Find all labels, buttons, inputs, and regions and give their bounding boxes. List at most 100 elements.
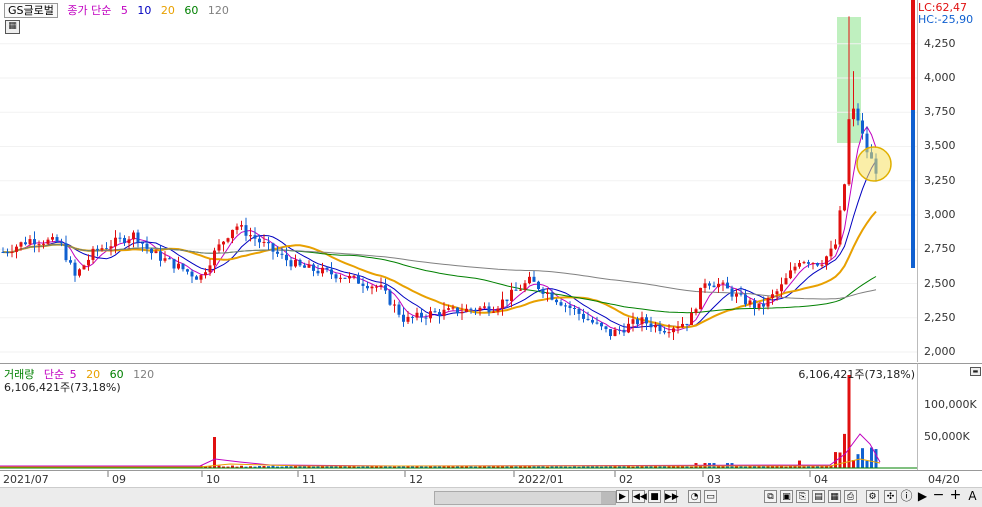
candle-body <box>226 238 230 242</box>
candle-body <box>730 288 734 297</box>
candle-body <box>465 308 468 312</box>
volume-bar <box>847 375 851 468</box>
vol-ma120-label: 120 <box>133 368 155 381</box>
grid-table-icon[interactable]: ▦ <box>5 20 20 34</box>
crosshair-icon[interactable]: ✣ <box>884 490 897 503</box>
candle-body <box>204 272 207 276</box>
candle-body <box>181 263 185 270</box>
candle-body <box>46 239 50 244</box>
candle-body <box>262 241 266 243</box>
candle-body <box>60 241 63 244</box>
candle-body <box>406 316 410 322</box>
scroll-right-icon[interactable]: ▶ <box>916 490 929 503</box>
candle-body <box>397 304 401 315</box>
volume-bar <box>861 448 864 468</box>
candle-body <box>550 292 554 300</box>
ma60-label: 60 <box>184 4 199 17</box>
candle-body <box>784 278 788 285</box>
candle-body <box>802 262 806 264</box>
candle-body <box>712 285 716 288</box>
candle-body <box>546 292 549 294</box>
price-tick: 3,750 <box>924 105 956 118</box>
font-size-icon[interactable]: A <box>966 490 979 503</box>
rewind-icon[interactable]: ◀◀ <box>632 490 647 503</box>
volume-axis: ▬ 100,000K 50,000K <box>918 363 982 470</box>
candle-body <box>438 312 441 317</box>
candle-body <box>109 246 113 249</box>
expand-icon[interactable]: ⧉ <box>764 490 777 503</box>
copy-icon[interactable]: ⎘ <box>796 490 809 503</box>
candle-body <box>721 282 725 284</box>
candle-body <box>87 259 90 266</box>
save-icon[interactable]: ▦ <box>828 490 841 503</box>
candle-body <box>127 239 131 244</box>
candle-body <box>861 120 864 134</box>
ma-type-label: 종가 단순 <box>67 4 112 17</box>
price-chart-panel[interactable]: GS글로벌 종가 단순 5 10 20 60 120 ▦ <box>0 0 918 362</box>
candle-body <box>649 323 653 328</box>
candle-body <box>163 258 167 261</box>
volume-bar <box>213 437 216 468</box>
candle-body <box>375 286 378 288</box>
price-tick: 2,250 <box>924 311 956 324</box>
zoom-range-icon[interactable]: ◔ <box>688 490 701 503</box>
settings-icon[interactable]: ⚙ <box>866 490 879 503</box>
candle-body <box>631 319 635 324</box>
candle-body <box>519 289 522 291</box>
candle-body <box>96 248 99 250</box>
candle-body <box>609 329 612 337</box>
price-tick: 4,250 <box>924 37 956 50</box>
candle-body <box>667 332 671 334</box>
candle-body <box>240 225 243 227</box>
candle-body <box>330 269 333 275</box>
candle-body <box>622 329 626 333</box>
ma10-label: 10 <box>137 4 152 17</box>
candle-body <box>807 262 810 264</box>
image-icon[interactable]: ▤ <box>812 490 825 503</box>
volume-chart-panel[interactable]: 거래량 단순 5 20 60 120 6,106,421주(73,18%) 6,… <box>0 363 918 470</box>
candle-body <box>469 308 473 310</box>
candle-body <box>145 243 149 249</box>
chart-range-icon[interactable]: ▭ <box>704 490 717 503</box>
layout-icon[interactable]: ▣ <box>780 490 793 503</box>
candle-body <box>825 256 828 265</box>
horizontal-scrollbar[interactable] <box>434 491 616 505</box>
play-icon[interactable]: ▶ <box>616 490 629 503</box>
scroll-thumb[interactable] <box>601 492 615 504</box>
candle-body <box>573 307 576 309</box>
chart-toolbar: ▶ ◀◀ ■ ▶▶ ◔ ▭ ⧉ ▣ ⎘ ▤ ▦ ⎙ ⚙ ✣ ⓘ ▶ − + A <box>0 487 982 507</box>
candle-body <box>492 311 495 313</box>
print-icon[interactable]: ⎙ <box>844 490 857 503</box>
stock-name[interactable]: GS글로벌 <box>4 3 58 18</box>
candle-body <box>856 108 860 121</box>
candle-body <box>195 276 198 280</box>
info-icon[interactable]: ⓘ <box>900 490 913 503</box>
candle-body <box>739 293 743 295</box>
fast-forward-icon[interactable]: ▶▶ <box>664 490 679 503</box>
candle-body <box>298 259 302 266</box>
candle-body <box>505 299 509 302</box>
candle-body <box>690 312 693 325</box>
panel-toggle-icon[interactable]: ▬ <box>970 367 981 376</box>
price-chart-canvas[interactable] <box>0 0 917 362</box>
candle-body <box>582 313 585 319</box>
candle-body <box>627 323 630 333</box>
candle-body <box>208 265 212 273</box>
candle-body <box>325 267 329 270</box>
zoom-in-icon[interactable]: + <box>949 488 962 503</box>
candle-body <box>280 253 284 255</box>
candle-body <box>6 252 9 254</box>
volume-bar <box>865 460 869 468</box>
candle-body <box>393 304 396 306</box>
candle-body <box>294 259 297 267</box>
candle-body <box>402 314 405 322</box>
candle-body <box>235 226 239 230</box>
stop-icon[interactable]: ■ <box>648 490 661 503</box>
price-tick: 3,250 <box>924 174 956 187</box>
price-tick: 2,500 <box>924 277 956 290</box>
candle-body <box>118 237 122 239</box>
candle-body <box>541 289 545 294</box>
zoom-out-icon[interactable]: − <box>932 488 945 503</box>
candle-body <box>595 322 599 324</box>
candle-body <box>159 251 162 261</box>
